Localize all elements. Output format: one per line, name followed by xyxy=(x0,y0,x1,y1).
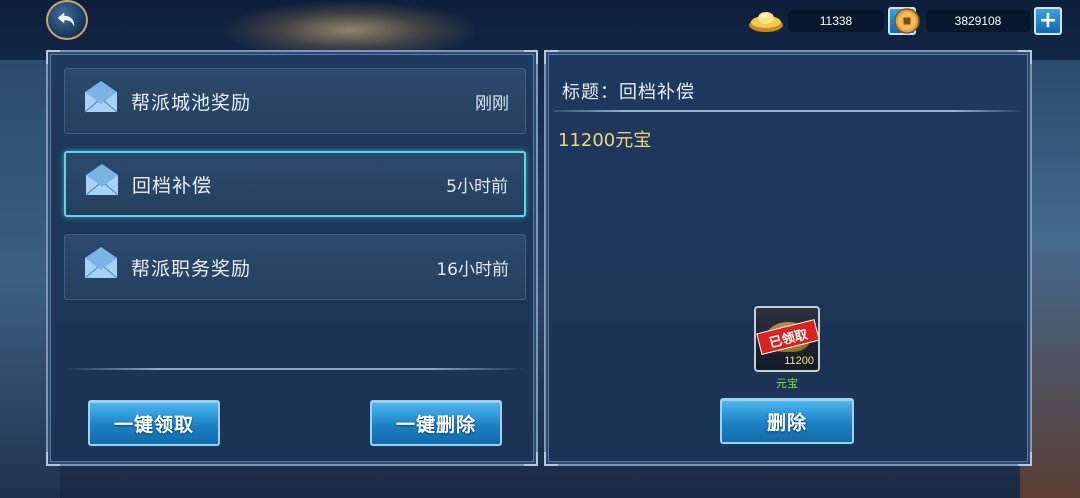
back-arrow-icon xyxy=(57,12,75,27)
mail-item-selected[interactable]: 回档补偿 5小时前 xyxy=(64,151,526,217)
mail-item[interactable]: 帮派职务奖励 16小时前 xyxy=(64,234,526,300)
mail-list-panel: 帮派城池奖励 刚刚 回档补偿 5小时前 帮派职务奖励 16小时前 一键领取 一键… xyxy=(46,50,538,466)
divider xyxy=(554,110,1024,112)
mail-time: 刚刚 xyxy=(475,93,509,114)
back-button[interactable] xyxy=(46,0,88,40)
gold-amount: 11338 xyxy=(788,10,884,32)
mail-time: 16小时前 xyxy=(436,259,509,280)
mail-detail-title: 标题：回档补偿 xyxy=(562,82,695,103)
divider xyxy=(64,368,524,370)
delete-button[interactable]: 删除 xyxy=(720,398,854,444)
corner-ornament xyxy=(46,50,60,64)
claim-all-button[interactable]: 一键领取 xyxy=(88,400,220,446)
reward-quantity: 11200 xyxy=(784,355,814,367)
corner-ornament xyxy=(544,452,558,466)
corner-ornament xyxy=(544,50,558,64)
mail-detail-body: 11200元宝 xyxy=(558,130,652,151)
mail-title: 帮派职务奖励 xyxy=(131,257,252,280)
gold-ingot-icon xyxy=(749,12,783,32)
delete-all-button[interactable]: 一键删除 xyxy=(370,400,502,446)
coin-currency: 3829108 + xyxy=(894,7,1062,35)
coin-amount: 3829108 xyxy=(926,10,1030,32)
corner-ornament xyxy=(524,452,538,466)
copper-coin-icon xyxy=(894,8,920,34)
envelope-icon xyxy=(85,164,119,196)
envelope-icon xyxy=(84,247,118,279)
mail-item[interactable]: 帮派城池奖励 刚刚 xyxy=(64,68,526,134)
mail-title: 帮派城池奖励 xyxy=(131,91,252,114)
reward-name: 元宝 xyxy=(776,377,798,390)
gold-currency: 11338 + xyxy=(748,7,916,35)
add-coin-button[interactable]: + xyxy=(1034,7,1062,35)
corner-ornament xyxy=(1018,50,1032,64)
mail-title: 回档补偿 xyxy=(132,174,213,197)
corner-ornament xyxy=(1018,452,1032,466)
envelope-icon xyxy=(84,81,118,113)
reward-slot[interactable]: 已领取 11200 xyxy=(754,306,820,372)
corner-ornament xyxy=(46,452,60,466)
mail-detail-panel: 标题：回档补偿 11200元宝 已领取 11200 元宝 删除 xyxy=(544,50,1032,466)
mail-time: 5小时前 xyxy=(446,176,508,197)
corner-ornament xyxy=(524,50,538,64)
